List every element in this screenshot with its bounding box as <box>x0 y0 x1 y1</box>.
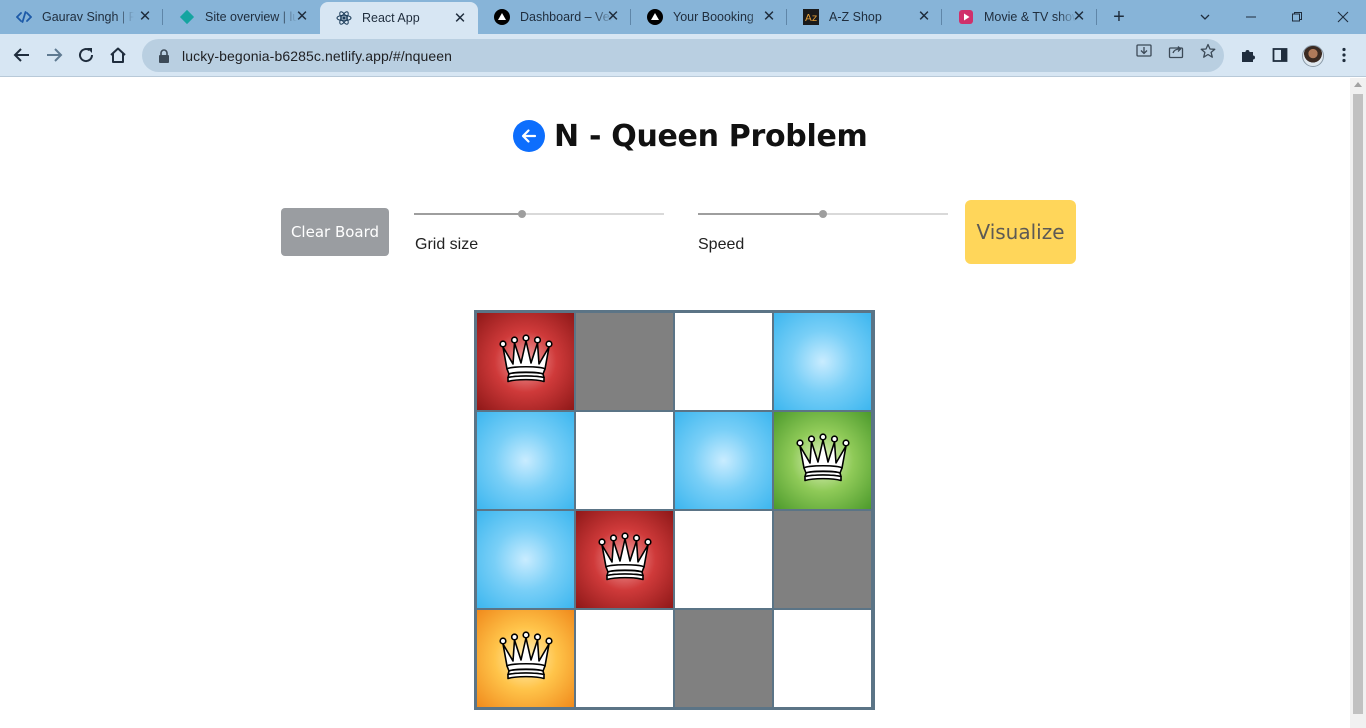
clear-board-button[interactable]: Clear Board <box>281 208 389 256</box>
tab-separator <box>1096 9 1097 25</box>
board-cell[interactable] <box>773 510 872 609</box>
forward-icon[interactable] <box>38 39 70 71</box>
side-panel-icon[interactable] <box>1268 43 1292 67</box>
close-tab-icon[interactable]: ✕ <box>452 11 468 27</box>
minimize-icon[interactable] <box>1228 0 1274 34</box>
board-cell[interactable] <box>575 510 674 609</box>
tab-search-icon[interactable] <box>1182 0 1228 34</box>
board-cell[interactable] <box>476 609 575 708</box>
code-icon <box>16 9 32 25</box>
browser-toolbar: lucky-begonia-b6285c.netlify.app/#/nquee… <box>0 34 1366 77</box>
board-cell[interactable] <box>575 609 674 708</box>
shop-icon: Az <box>803 9 819 25</box>
tab-az-shop[interactable]: Az A-Z Shop ✕ <box>787 0 942 34</box>
board-cell[interactable] <box>674 510 773 609</box>
new-tab-icon[interactable]: + <box>1108 6 1130 28</box>
bookmark-star-icon[interactable] <box>1199 42 1217 60</box>
tab-title: A-Z Shop <box>829 10 882 24</box>
queen-icon <box>498 630 554 687</box>
speed-label: Speed <box>698 236 745 253</box>
chess-board <box>474 310 875 710</box>
page-scrollbar[interactable] <box>1350 78 1366 728</box>
vercel-icon <box>494 9 510 25</box>
board-cell[interactable] <box>575 411 674 510</box>
board-cell[interactable] <box>773 312 872 411</box>
tab-title: React App <box>362 11 420 25</box>
react-icon <box>336 10 352 26</box>
board-cell[interactable] <box>476 510 575 609</box>
share-icon[interactable] <box>1167 42 1185 60</box>
slider-fill <box>414 213 522 215</box>
board-cell[interactable] <box>575 312 674 411</box>
browser-tab-strip: Gaurav Singh | Fu ✕ Site overview | lu ✕… <box>0 0 1366 34</box>
page-content: N - Queen Problem Clear Board Grid size … <box>0 78 1350 728</box>
close-tab-icon[interactable]: ✕ <box>605 9 621 25</box>
close-tab-icon[interactable]: ✕ <box>1071 9 1087 25</box>
slider-fill <box>698 213 823 215</box>
close-tab-icon[interactable]: ✕ <box>294 9 310 25</box>
speed-slider[interactable] <box>698 209 948 219</box>
close-tab-icon[interactable]: ✕ <box>916 9 932 25</box>
tab-title: Dashboard – Verc <box>520 10 612 24</box>
movie-icon <box>958 9 974 25</box>
back-arrow-icon[interactable] <box>513 120 545 152</box>
menu-icon[interactable] <box>1332 43 1356 67</box>
close-tab-icon[interactable]: ✕ <box>761 9 777 25</box>
lock-icon[interactable] <box>156 48 172 64</box>
tab-vercel-dashboard[interactable]: Dashboard – Verc ✕ <box>478 0 631 34</box>
scrollbar-thumb[interactable] <box>1353 94 1363 714</box>
visualize-button[interactable]: Visualize <box>965 200 1076 264</box>
page-heading: N - Queen Problem <box>513 114 868 158</box>
tab-title: Movie & TV show <box>984 10 1076 24</box>
slider-knob[interactable] <box>819 210 827 218</box>
close-tab-icon[interactable]: ✕ <box>137 9 153 25</box>
svg-text:Az: Az <box>805 13 817 24</box>
install-app-icon[interactable] <box>1135 42 1153 60</box>
queen-icon <box>498 333 554 390</box>
back-icon[interactable] <box>6 39 38 71</box>
grid-size-slider[interactable] <box>414 209 664 219</box>
queen-icon <box>795 432 851 489</box>
tab-react-app[interactable]: React App ✕ <box>320 2 478 34</box>
tab-title: Gaurav Singh | Fu <box>42 10 134 24</box>
tab-booking[interactable]: Your Boooking ✕ <box>631 0 787 34</box>
url-text: lucky-begonia-b6285c.netlify.app/#/nquee… <box>182 47 453 64</box>
extensions-icon[interactable] <box>1236 43 1260 67</box>
netlify-icon <box>179 9 195 25</box>
tab-movies[interactable]: Movie & TV show ✕ <box>942 0 1097 34</box>
board-cell[interactable] <box>674 312 773 411</box>
page-title: N - Queen Problem <box>554 118 868 154</box>
board-cell[interactable] <box>674 411 773 510</box>
board-cell[interactable] <box>773 609 872 708</box>
home-icon[interactable] <box>102 39 134 71</box>
queen-icon <box>597 531 653 588</box>
board-cell[interactable] <box>773 411 872 510</box>
scroll-up-icon[interactable] <box>1354 82 1362 87</box>
reload-icon[interactable] <box>70 39 102 71</box>
tab-portfolio[interactable]: Gaurav Singh | Fu ✕ <box>0 0 163 34</box>
board-cell[interactable] <box>674 609 773 708</box>
profile-avatar[interactable] <box>1302 45 1324 67</box>
restore-icon[interactable] <box>1274 0 1320 34</box>
tab-title: Site overview | lu <box>205 10 297 24</box>
address-bar[interactable]: lucky-begonia-b6285c.netlify.app/#/nquee… <box>142 39 1224 72</box>
board-cell[interactable] <box>476 312 575 411</box>
board-cell[interactable] <box>476 411 575 510</box>
slider-knob[interactable] <box>517 210 526 218</box>
grid-size-label: Grid size <box>415 236 479 253</box>
close-window-icon[interactable] <box>1320 0 1366 34</box>
vercel-icon <box>647 9 663 25</box>
tab-title: Your Boooking <box>673 10 754 24</box>
tab-netlify[interactable]: Site overview | lu ✕ <box>163 0 320 34</box>
